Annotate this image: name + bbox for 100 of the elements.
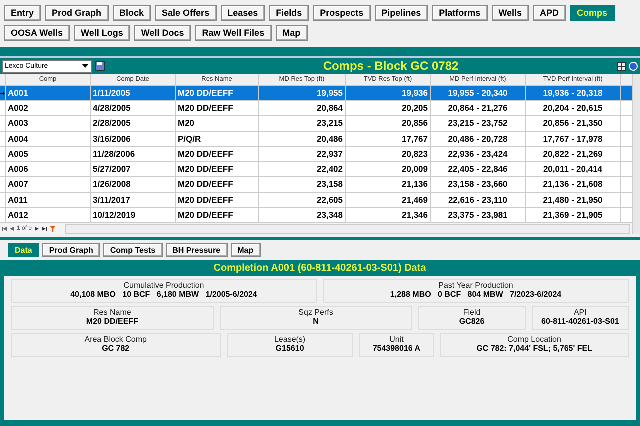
nav-tab[interactable]: Well Logs	[74, 25, 130, 41]
field-label: Past Year Production	[438, 281, 514, 290]
table-cell: 20,856	[346, 116, 431, 131]
table-cell: 23,215 - 23,752	[431, 116, 526, 131]
table-cell: 3/16/2006	[91, 132, 176, 146]
field-value: GC826	[459, 317, 485, 326]
nav-tab[interactable]: Block	[112, 5, 152, 21]
field-value: 40,108 MBO 10 BCF 6,180 MBW 1/2005-6/2024	[70, 290, 258, 299]
table-cell: 21,369 - 21,905	[526, 208, 621, 222]
field-value: 754398016 A	[372, 344, 421, 353]
detail-tab[interactable]: Comp Tests	[103, 243, 163, 257]
table-cell: A007	[6, 177, 91, 192]
table-cell: 22,616 - 23,110	[431, 192, 526, 207]
field-value: G15610	[276, 344, 304, 353]
field-label: Sqz Perfs	[298, 308, 334, 317]
table-cell: 22,402	[259, 162, 346, 176]
table-cell: 22,936 - 23,424	[431, 146, 526, 162]
table-cell: 20,823	[346, 146, 431, 162]
nav-tab[interactable]: Fields	[269, 5, 310, 21]
field-value: GC 782: 7,044' FSL; 5,765' FEL	[476, 344, 592, 353]
detail-tab[interactable]: Map	[230, 243, 261, 257]
table-cell: 20,856 - 21,350	[526, 116, 621, 131]
table-cell: 21,346	[346, 208, 431, 222]
table-cell: 2/28/2005	[91, 116, 176, 131]
nav-tab[interactable]: Prod Graph	[45, 5, 109, 21]
table-cell: 20,486 - 20,728	[431, 132, 526, 146]
nav-tab[interactable]: Leases	[220, 5, 266, 21]
table-cell: 19,936	[346, 86, 431, 100]
table-cell: A001	[6, 86, 91, 100]
nav-tab[interactable]: Map	[276, 25, 308, 41]
table-cell: M20 DD/EEFF	[176, 192, 259, 207]
table-cell: 21,136	[346, 177, 431, 192]
nav-tab[interactable]: Prospects	[313, 5, 371, 21]
first-page-icon[interactable]	[2, 226, 7, 231]
nav-tab[interactable]: Wells	[492, 5, 530, 21]
grid-layout-icon[interactable]	[617, 62, 626, 70]
detail-tab[interactable]: BH Pressure	[166, 243, 228, 257]
table-cell: M20 DD/EEFF	[176, 86, 259, 100]
table-cell: 21,480 - 21,950	[526, 192, 621, 207]
nav-tab[interactable]: Pipelines	[374, 5, 428, 21]
table-cell: 21,469	[346, 192, 431, 207]
table-cell: 17,767	[346, 132, 431, 146]
table-cell: 20,204 - 20,615	[526, 101, 621, 116]
table-cell: M20 DD/EEFF	[176, 146, 259, 162]
next-page-icon[interactable]	[35, 226, 40, 231]
table-cell: 10/12/2019	[91, 208, 176, 222]
field-label: API	[574, 308, 587, 317]
nav-tab[interactable]: Sale Offers	[155, 5, 217, 21]
field-value: N	[313, 317, 319, 326]
table-cell: M20	[176, 116, 259, 131]
dropdown-caret-icon	[82, 64, 89, 68]
table-cell: M20 DD/EEFF	[176, 177, 259, 192]
table-cell: 3/11/2017	[91, 192, 176, 207]
horizontal-scrollbar[interactable]	[65, 224, 630, 234]
filter-icon[interactable]	[50, 226, 56, 232]
table-cell: 23,158	[259, 177, 346, 192]
table-cell: M20 DD/EEFF	[176, 208, 259, 222]
detail-tab[interactable]: Data	[8, 243, 40, 257]
table-cell: 19,936 - 20,318	[526, 86, 621, 100]
table-cell: A003	[6, 116, 91, 131]
field-label: Unit	[390, 335, 404, 344]
nav-tab[interactable]: APD	[533, 5, 566, 21]
table-cell: 23,215	[259, 116, 346, 131]
nav-tab[interactable]: Comps	[570, 5, 615, 21]
field-value: GC 782	[102, 344, 130, 353]
field-label: Lease(s)	[274, 335, 306, 344]
vertical-scrollbar[interactable]	[632, 74, 640, 234]
last-page-icon[interactable]	[42, 226, 48, 231]
table-cell: 17,767 - 17,978	[526, 132, 621, 146]
table-cell: 20,864 - 21,276	[431, 101, 526, 116]
table-cell: A002	[6, 101, 91, 116]
table-cell: M20 DD/EEFF	[176, 162, 259, 176]
nav-tab[interactable]: Well Docs	[134, 25, 192, 41]
nav-tab[interactable]: OOSA Wells	[4, 25, 70, 41]
field-label: Res Name	[94, 308, 132, 317]
detail-title: Completion A001 (60-811-40261-03-S01) Data	[212, 262, 428, 276]
table-cell: A004	[6, 132, 91, 146]
table-cell: 20,009	[346, 162, 431, 176]
nav-tab[interactable]: Platforms	[432, 5, 488, 21]
save-icon[interactable]	[95, 61, 105, 71]
table-cell: 11/28/2006	[91, 146, 176, 162]
table-cell: 19,955	[259, 86, 346, 100]
table-cell: 23,348	[259, 208, 346, 222]
field-value: 1,288 MBO 0 BCF 804 MBW 7/2023-6/2024	[390, 290, 562, 299]
grid-title: Comps - Block GC 0782	[322, 59, 460, 73]
table-cell: 22,937	[259, 146, 346, 162]
table-cell: 5/27/2007	[91, 162, 176, 176]
table-cell: 22,405 - 22,846	[431, 162, 526, 176]
detail-tab[interactable]: Prod Graph	[42, 243, 100, 257]
table-cell: M20 DD/EEFF	[176, 101, 259, 116]
field-label: Area Block Comp	[84, 335, 147, 344]
nav-tab[interactable]: Raw Well Files	[195, 25, 272, 41]
nav-tab[interactable]: Entry	[4, 5, 42, 21]
field-value: 60-811-40261-03-S01	[542, 317, 620, 326]
previous-page-icon[interactable]	[10, 226, 14, 231]
table-cell: 20,486	[259, 132, 346, 146]
current-row-icon	[0, 90, 5, 96]
table-cell: 23,375 - 23,981	[431, 208, 526, 222]
table-cell: A012	[6, 208, 91, 222]
field-value: M20 DD/EEFF	[86, 317, 138, 326]
